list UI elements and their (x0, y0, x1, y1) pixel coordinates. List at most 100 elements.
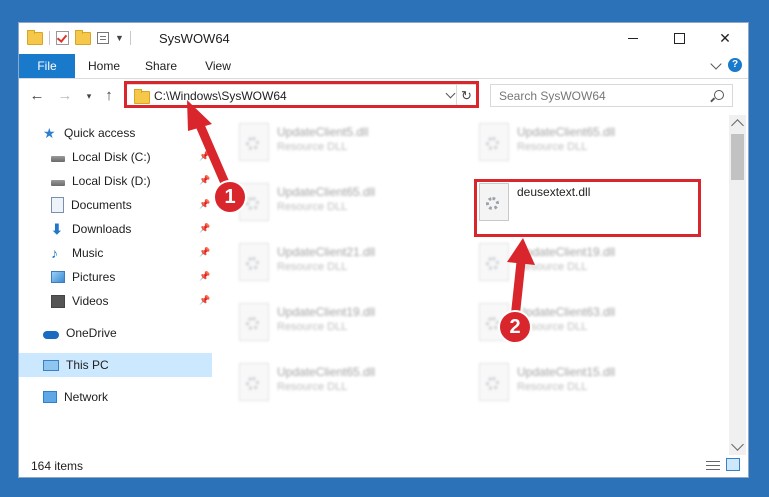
pin-icon: 📌 (199, 151, 211, 161)
quick-access-toolbar: ▼ (27, 29, 131, 45)
properties-check-icon[interactable] (56, 31, 69, 45)
sidebar-item-label: OneDrive (66, 326, 117, 340)
sidebar-item-videos[interactable]: Videos 📌 (19, 289, 244, 313)
maximize-button[interactable] (656, 23, 702, 54)
sidebar-item-music[interactable]: ♪ Music 📌 (19, 241, 244, 265)
customize-toolbar-chevron-icon[interactable]: ▼ (115, 33, 124, 43)
file-item[interactable]: UpdateClient65.dll Resource DLL (473, 119, 703, 169)
sidebar-item-label: Pictures (72, 270, 116, 284)
file-item[interactable]: UpdateClient19.dll Resource DLL (233, 299, 463, 349)
search-box[interactable]: Search SysWOW64 (490, 84, 733, 107)
arrow-up-icon: ↑ (105, 87, 113, 104)
navigation-pane: ★ Quick access Local Disk (C:) 📌 Local D… (19, 115, 212, 455)
properties-icon[interactable] (97, 32, 109, 44)
sidebar-item-local-disk-d[interactable]: Local Disk (D:) 📌 (19, 169, 244, 193)
tab-share[interactable]: Share (136, 54, 186, 78)
details-view-icon[interactable] (706, 460, 720, 471)
tab-home[interactable]: Home (79, 54, 129, 78)
file-item[interactable]: UpdateClient19.dll Resource DLL (473, 239, 703, 289)
up-button[interactable]: ↑ (99, 85, 119, 107)
file-type: Resource DLL (517, 381, 588, 393)
chevron-down-icon: ▾ (86, 91, 92, 101)
sidebar-item-label: Local Disk (D:) (72, 174, 151, 188)
file-list: UpdateClient5.dll Resource DLL UpdateCli… (213, 115, 728, 455)
sidebar-item-label: Quick access (64, 126, 136, 140)
help-icon[interactable]: ? (728, 58, 742, 72)
file-type: Resource DLL (277, 321, 348, 333)
sidebar-item-onedrive[interactable]: OneDrive (19, 321, 236, 345)
close-button[interactable]: ✕ (702, 23, 748, 54)
maximize-icon (673, 33, 685, 44)
dll-file-icon (239, 243, 269, 281)
minimize-icon (628, 38, 638, 39)
pictures-icon (51, 271, 65, 283)
sidebar-item-label: Network (64, 390, 109, 404)
minimize-button[interactable] (610, 23, 656, 54)
file-type: Resource DLL (517, 141, 588, 153)
file-name: UpdateClient5.dll (277, 125, 369, 139)
pin-icon: 📌 (199, 271, 211, 281)
file-type: Resource DLL (277, 261, 348, 273)
dll-file-icon (239, 303, 269, 341)
music-icon: ♪ (51, 245, 58, 261)
sidebar-item-pictures[interactable]: Pictures 📌 (19, 265, 244, 289)
ribbon-controls: ? (710, 57, 742, 72)
title-bar: ▼ SysWOW64 ✕ (19, 23, 748, 54)
dll-file-icon (479, 243, 509, 281)
file-type: Resource DLL (517, 261, 588, 273)
sidebar-item-documents[interactable]: Documents 📌 (19, 193, 244, 217)
videos-icon (51, 294, 65, 308)
file-type: Resource DLL (277, 381, 348, 393)
sidebar-item-network[interactable]: Network (19, 385, 236, 409)
new-folder-icon[interactable] (75, 29, 91, 45)
file-item[interactable]: UpdateClient5.dll Resource DLL (233, 119, 463, 169)
computer-icon (43, 359, 59, 371)
file-item[interactable]: UpdateClient15.dll Resource DLL (473, 359, 703, 409)
dll-file-icon (239, 123, 269, 161)
file-item[interactable]: UpdateClient65.dll Resource DLL (233, 179, 463, 229)
back-button[interactable]: ← (27, 85, 47, 107)
large-icons-view-icon[interactable] (726, 458, 740, 471)
file-name: UpdateClient63.dll (517, 305, 616, 319)
tab-file[interactable]: File (19, 54, 75, 78)
network-icon (43, 391, 57, 403)
expand-ribbon-chevron-icon[interactable] (710, 57, 722, 70)
scrollbar-thumb[interactable] (731, 134, 744, 180)
arrow-left-icon: ← (29, 87, 45, 104)
vertical-scrollbar[interactable] (729, 115, 746, 455)
sidebar-item-label: Videos (72, 294, 109, 308)
file-name: UpdateClient65.dll (517, 125, 616, 139)
separator (129, 31, 131, 45)
pin-icon: 📌 (199, 175, 211, 185)
file-item[interactable]: UpdateClient65.dll Resource DLL (233, 359, 463, 409)
sidebar-item-local-disk-c[interactable]: Local Disk (C:) 📌 (19, 145, 244, 169)
drive-icon (51, 156, 65, 162)
forward-button[interactable]: → (55, 85, 75, 107)
recent-locations-button[interactable]: ▾ (79, 85, 99, 107)
file-name: UpdateClient21.dll (277, 245, 376, 259)
address-bar-highlight (124, 81, 479, 108)
pin-icon: 📌 (199, 247, 211, 257)
pin-icon: 📌 (199, 295, 211, 305)
search-icon[interactable] (714, 90, 724, 100)
status-bar: 164 items (19, 455, 748, 477)
separator (49, 31, 50, 45)
item-count: 164 items (31, 459, 84, 473)
file-type: Resource DLL (277, 201, 348, 213)
sidebar-item-downloads[interactable]: ⬇ Downloads 📌 (19, 217, 244, 241)
file-type: Resource DLL (277, 141, 348, 153)
file-highlight (474, 179, 701, 237)
scroll-down-chevron-icon[interactable] (731, 438, 744, 451)
scroll-up-chevron-icon[interactable] (731, 119, 744, 132)
close-icon: ✕ (719, 30, 731, 46)
pin-icon: 📌 (199, 223, 211, 233)
sidebar-item-quick-access[interactable]: ★ Quick access (19, 121, 236, 145)
file-item[interactable]: UpdateClient21.dll Resource DLL (233, 239, 463, 289)
search-placeholder[interactable]: Search SysWOW64 (499, 89, 606, 103)
star-icon: ★ (43, 125, 56, 141)
tab-view[interactable]: View (193, 54, 243, 78)
documents-icon (51, 197, 64, 213)
dll-file-icon (479, 123, 509, 161)
file-name: UpdateClient19.dll (517, 245, 616, 259)
sidebar-item-this-pc[interactable]: This PC (19, 353, 212, 377)
